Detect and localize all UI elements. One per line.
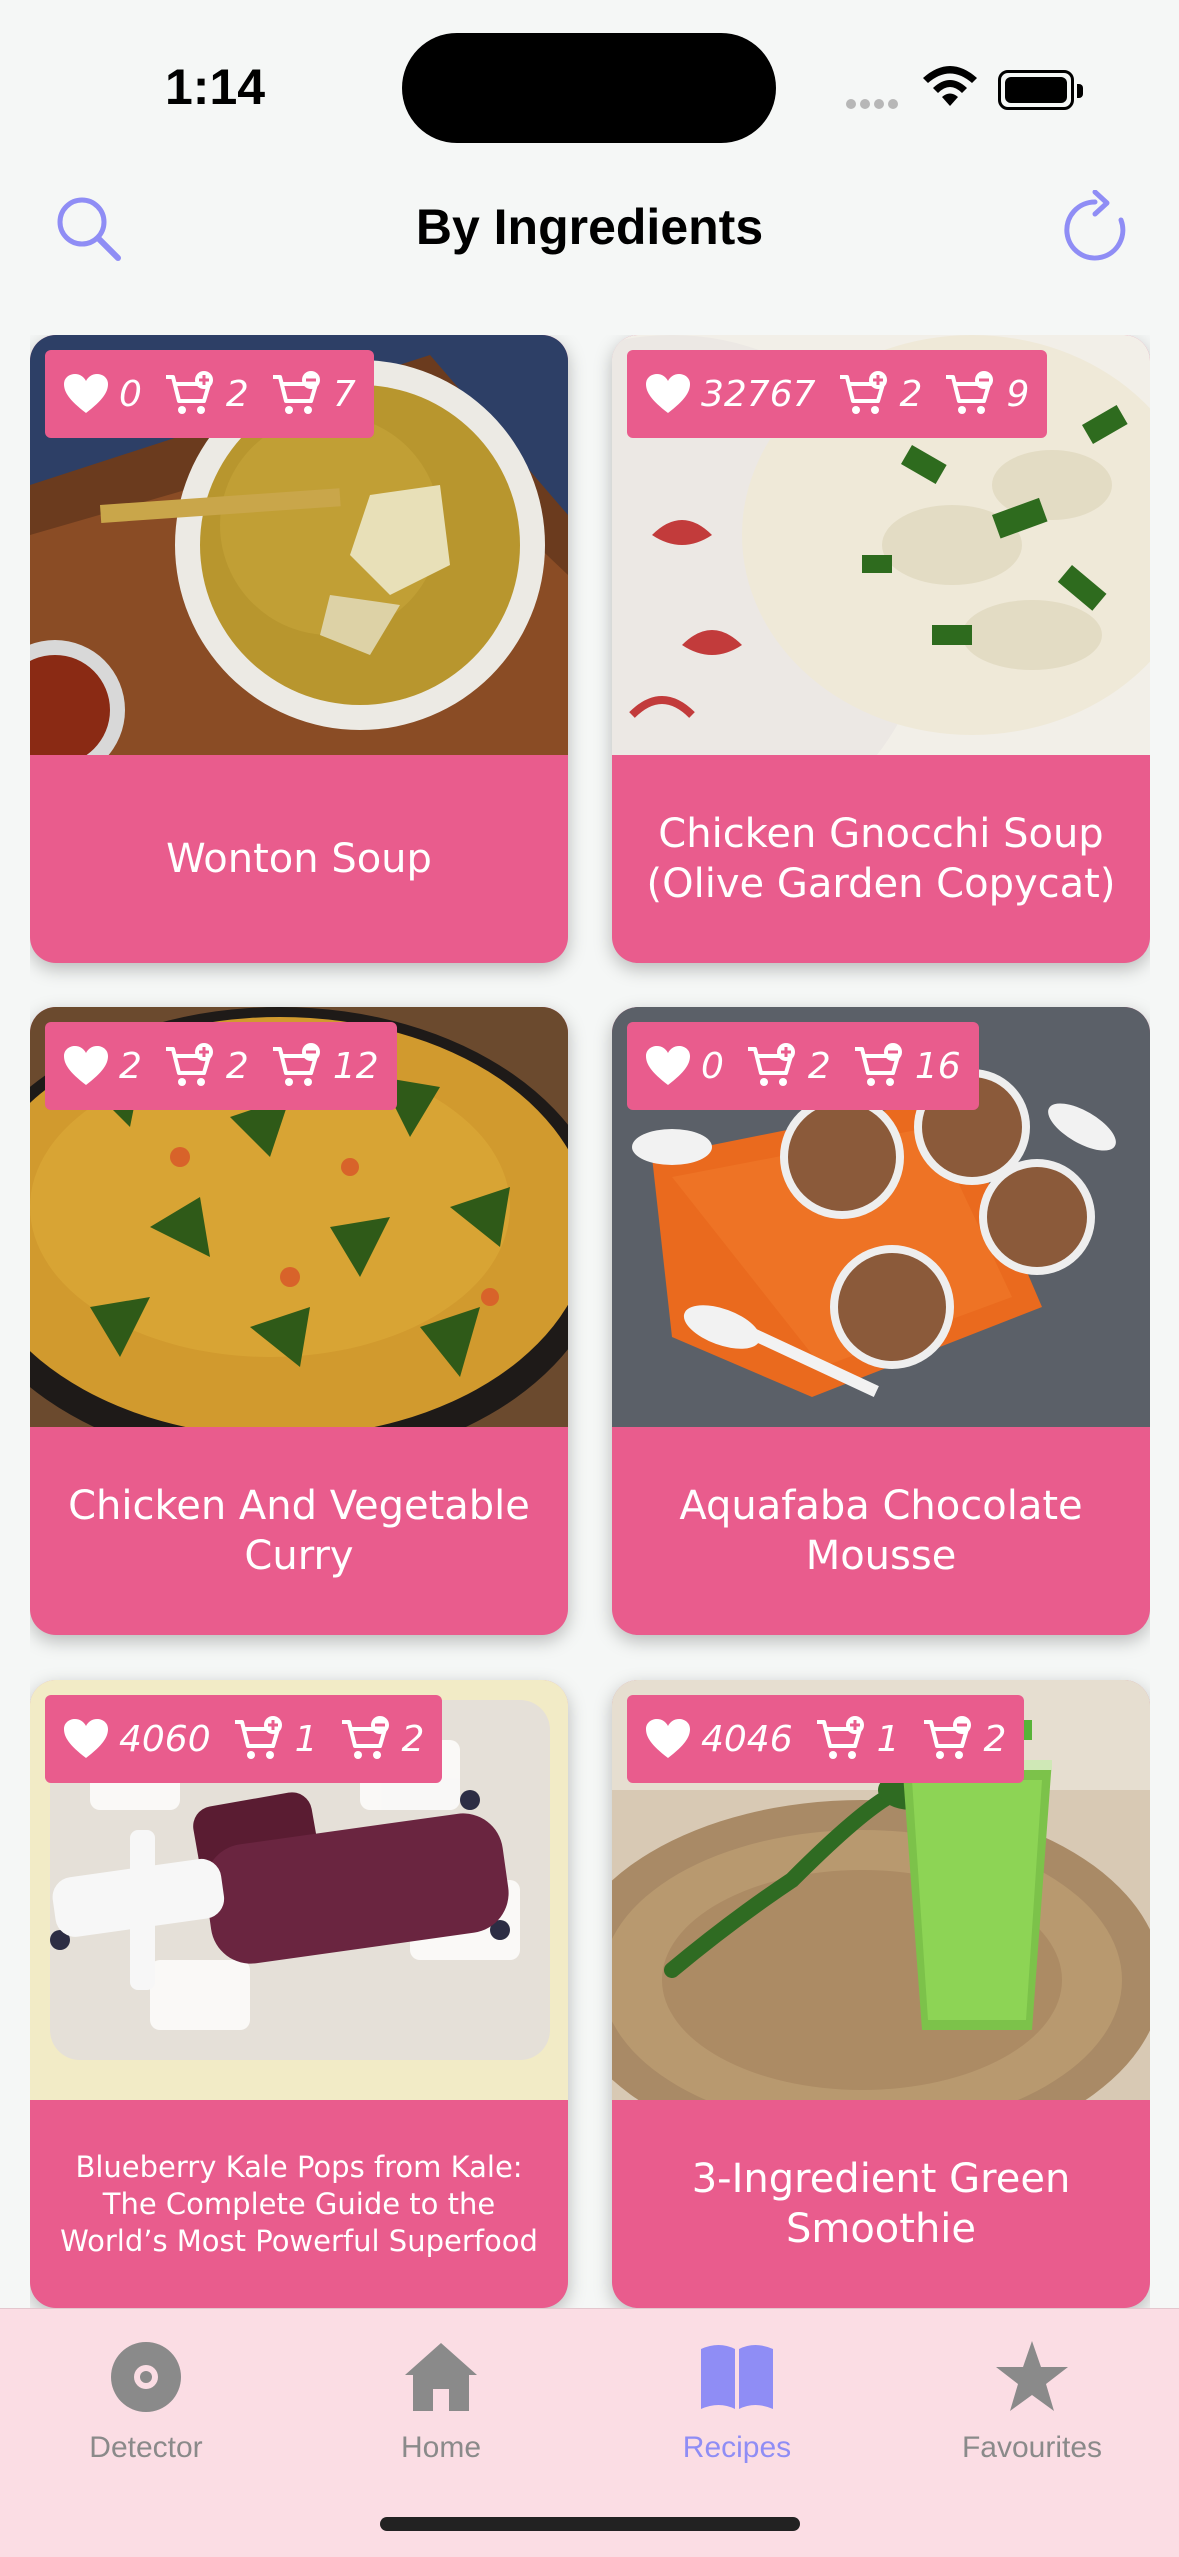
star-icon — [996, 2341, 1068, 2411]
likes-count: 32767 — [701, 373, 816, 415]
status-time: 1:14 — [165, 59, 266, 115]
home-indicator[interactable] — [380, 2517, 800, 2531]
missing-count: 2 — [983, 1718, 1007, 1760]
recipe-card[interactable]: 3-Ingredient Green Smoothie 4046 1 2 — [612, 1680, 1150, 2308]
recipe-title: 3-Ingredient Green Smoothie — [691, 2156, 1071, 2252]
missing-count: 12 — [332, 1045, 379, 1087]
missing-count: 7 — [332, 373, 356, 415]
heart-icon — [646, 374, 690, 413]
home-icon — [405, 2343, 477, 2411]
tab-detector[interactable]: Detector — [36, 2329, 256, 2469]
recipe-title: Chicken And Vegetable Curry — [68, 1483, 530, 1579]
tab-home[interactable]: Home — [331, 2329, 551, 2469]
cart-minus-icon — [272, 1043, 320, 1086]
recipe-card[interactable]: Aquafaba Chocolate Mousse 0 2 16 — [612, 1007, 1150, 1635]
book-icon — [701, 2345, 773, 2409]
added-count: 2 — [225, 1045, 249, 1087]
added-count: 2 — [225, 373, 249, 415]
added-count: 1 — [294, 1718, 318, 1760]
battery-icon — [998, 70, 1083, 110]
heart-icon — [64, 1719, 108, 1758]
nav-header: By Ingredients — [0, 170, 1179, 290]
recipe-card[interactable]: Wonton Soup 0 2 7 — [30, 335, 568, 963]
heart-icon — [646, 1046, 690, 1085]
dynamic-island — [402, 33, 776, 143]
tab-favourites[interactable]: Favourites — [922, 2329, 1142, 2469]
cart-plus-icon — [165, 1043, 213, 1086]
recipe-stats: 2 2 12 — [45, 1022, 397, 1110]
missing-count: 16 — [914, 1045, 961, 1087]
cart-plus-icon — [234, 1716, 282, 1759]
signal-icon — [846, 94, 902, 113]
recipe-title: Wonton Soup — [166, 836, 432, 882]
cart-plus-icon — [839, 371, 887, 414]
cart-minus-icon — [854, 1043, 902, 1086]
page-title: By Ingredients — [415, 199, 764, 255]
recipe-stats: 32767 2 9 — [627, 350, 1048, 438]
added-count: 2 — [899, 373, 923, 415]
recipe-stats: 0 2 7 — [45, 350, 374, 438]
recipe-stats: 4046 1 2 — [627, 1695, 1025, 1783]
likes-count: 0 — [701, 1045, 724, 1087]
missing-count: 9 — [1006, 373, 1030, 415]
recipe-title: Blueberry Kale Pops from Kale: The Compl… — [60, 2149, 538, 2258]
recipe-stats: 4060 1 2 — [45, 1695, 443, 1783]
cart-plus-icon — [165, 371, 213, 414]
tab-label: Favourites — [961, 2431, 1103, 2464]
likes-count: 4046 — [701, 1718, 793, 1760]
recipe-title: Aquafaba Chocolate Mousse — [679, 1483, 1083, 1579]
cart-plus-icon — [747, 1043, 795, 1086]
heart-icon — [646, 1719, 690, 1758]
detector-icon — [111, 2342, 181, 2412]
added-count: 1 — [876, 1718, 900, 1760]
wifi-icon — [923, 66, 977, 106]
recipe-grid: Wonton Soup 0 2 7 Chicken Gnocchi Soup (… — [30, 335, 1150, 2308]
cart-plus-icon — [816, 1716, 864, 1759]
recipe-card[interactable]: Chicken And Vegetable Curry 2 2 12 — [30, 1007, 568, 1635]
status-bar: 1:14 — [0, 0, 1179, 170]
tab-label: Recipes — [682, 2431, 792, 2464]
added-count: 2 — [807, 1045, 831, 1087]
tab-label: Detector — [89, 2431, 203, 2464]
cart-minus-icon — [923, 1716, 971, 1759]
cart-minus-icon — [272, 371, 320, 414]
tab-recipes[interactable]: Recipes — [627, 2329, 847, 2469]
refresh-icon[interactable] — [1055, 190, 1135, 270]
likes-count: 0 — [119, 373, 142, 415]
likes-count: 4060 — [119, 1718, 211, 1760]
cart-minus-icon — [946, 371, 994, 414]
recipe-card[interactable]: Chicken Gnocchi Soup (Olive Garden Copyc… — [612, 335, 1150, 963]
cart-minus-icon — [341, 1716, 389, 1759]
missing-count: 2 — [401, 1718, 425, 1760]
recipe-title: Chicken Gnocchi Soup (Olive Garden Copyc… — [646, 811, 1116, 907]
heart-icon — [64, 374, 108, 413]
heart-icon — [64, 1046, 108, 1085]
tab-label: Home — [400, 2431, 482, 2464]
likes-count: 2 — [119, 1045, 142, 1087]
recipe-stats: 0 2 16 — [627, 1022, 979, 1110]
recipe-card[interactable]: Blueberry Kale Pops from Kale: The Compl… — [30, 1680, 568, 2308]
